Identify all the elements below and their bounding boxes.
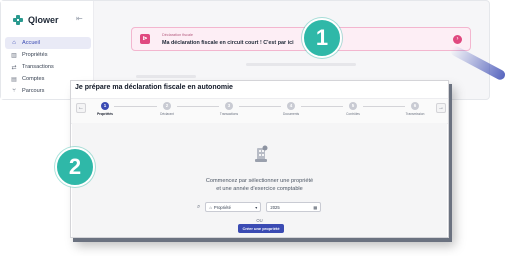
route-icon: ⑂ [12,88,16,94]
search-icon: ⌕ [197,203,201,210]
step-number: 3 [225,102,233,110]
year-value: 2025 [270,204,280,210]
step-number: 6 [411,102,419,110]
placeholder-line [136,75,196,78]
next-step-button[interactable]: → [436,103,446,113]
step-controles[interactable]: 5 Contrôles [333,102,373,116]
sidebar-item-label: Transactions [22,64,54,70]
empty-state-line-2: et une année d'exercice comptable [216,186,303,192]
logo-icon [13,15,23,25]
property-icon [255,145,268,162]
chevron-down-icon: ▾ [255,204,258,210]
step-transactions[interactable]: 3 Transactions [209,102,249,116]
tax-declaration-modal: Je prépare ma déclaration fiscale en aut… [70,80,449,238]
accounts-icon: ▤ [11,76,17,83]
create-property-button[interactable]: Créer une propriété [238,224,284,233]
callout-badge-2: 2 [55,147,95,187]
tax-declaration-banner[interactable]: ⊳ Déclaration fiscale Ma déclaration fis… [131,27,471,51]
step-label: Contrôles [346,112,360,116]
step-transmission[interactable]: 6 Transmission [395,102,435,116]
logo-text: Qlower [28,15,59,25]
sidebar-item-label: Accueil [22,40,41,46]
home-icon: ⌂ [12,40,16,46]
empty-state: Commencez par sélectionner une propriété… [72,123,447,237]
placeholder-line [246,63,356,66]
empty-state-line-1: Commencez par sélectionner une propriété [205,178,314,184]
calendar-icon: ▦ [313,204,318,210]
callout-badge-1: 1 [302,18,342,58]
step-number: 5 [349,102,357,110]
step-label: Documents [282,112,300,116]
step-declarant[interactable]: 2 Déclarant [147,102,187,116]
property-select[interactable]: ⌂ Propriété ▾ [205,202,262,212]
step-number: 4 [287,102,295,110]
building-icon: ▥ [11,52,17,59]
home-small-icon: ⌂ [209,204,212,210]
step-label: Déclarant [160,112,174,116]
step-label: Transmission [405,112,425,116]
step-documents[interactable]: 4 Documents [271,102,311,116]
modal-title: Je prépare ma déclaration fiscale en aut… [75,84,233,91]
year-picker[interactable]: 2025 ▦ [266,202,322,212]
sidebar-item-proprietes[interactable]: ▥ Propriétés [5,49,91,61]
sidebar-item-label: Comptes [22,76,45,82]
step-label: Propriétés [97,112,113,116]
banner-title: Ma déclaration fiscale en circuit court … [162,40,294,46]
step-proprietes[interactable]: 1 Propriétés [85,102,125,116]
step-label: Transactions [219,112,239,116]
step-number: 2 [163,102,171,110]
sidebar-item-label: Propriétés [22,52,48,58]
sidebar-item-transactions[interactable]: ⇄ Transactions [5,61,91,73]
step-number: 1 [101,102,109,110]
logo[interactable]: Qlower [13,15,59,25]
transfer-icon: ⇄ [11,64,17,71]
sidebar-item-accueil[interactable]: ⌂ Accueil [5,37,91,49]
stepper: ← → 1 Propriétés 2 Déclarant 3 Transacti… [71,98,448,124]
sidebar-item-label: Parcours [22,88,45,94]
chevron-right-icon[interactable]: › [453,35,462,44]
or-separator: OU [256,218,263,223]
collapse-sidebar-icon[interactable]: ⇤ [76,14,83,23]
declaration-icon: ⊳ [140,34,150,44]
property-select-placeholder: Propriété [213,204,231,210]
filter-row: ⌕ ⌂ Propriété ▾ 2025 ▦ [197,202,322,212]
banner-kicker: Déclaration fiscale [162,33,194,37]
